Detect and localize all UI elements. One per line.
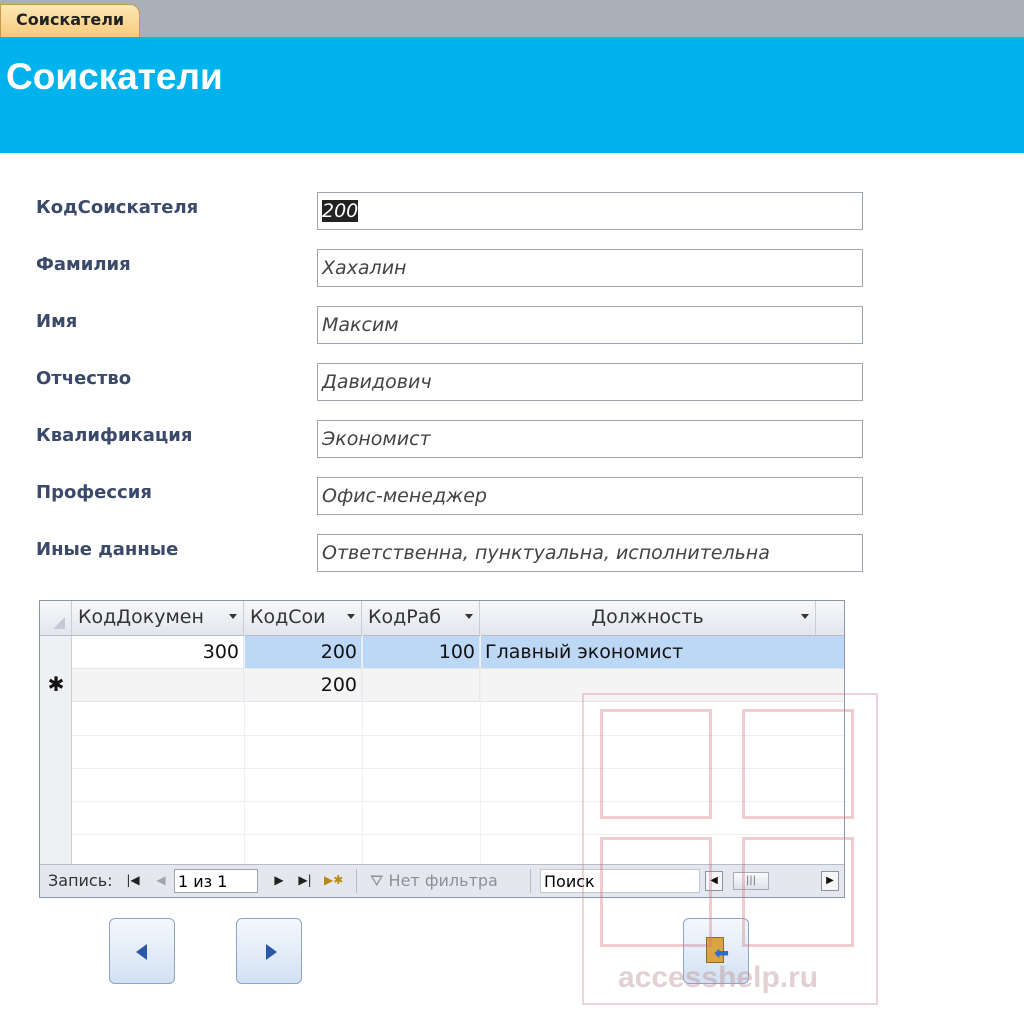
page-title: Соискатели — [6, 56, 223, 97]
grid-line — [72, 801, 844, 802]
subform-datasheet[interactable]: КодДокумен КодСои КодРаб Должность 300 2… — [39, 600, 845, 898]
table-cell[interactable]: Главный экономист — [480, 636, 844, 668]
field-label-inye-dannye: Иные данные — [36, 539, 179, 560]
field-input-kvalifikaciya[interactable]: Экономист — [317, 420, 863, 458]
form-header: Соискатели — [0, 38, 1024, 153]
field-label-otchestvo: Отчество — [36, 368, 132, 389]
grid-line — [72, 768, 844, 769]
divider — [356, 869, 357, 893]
divider — [530, 869, 531, 893]
table-cell[interactable]: 300 — [72, 636, 244, 668]
column-header-label: КодРаб — [368, 606, 442, 628]
record-label: Запись: — [48, 871, 113, 890]
horizontal-scrollbar[interactable]: ◀ ||| ▶ — [705, 871, 841, 891]
column-header-kodsoi[interactable]: КодСои — [244, 601, 362, 635]
tab-soiskateli[interactable]: Соискатели — [0, 4, 140, 38]
column-header-koddokumen[interactable]: КодДокумен — [72, 601, 244, 635]
next-record-icon[interactable]: ▶ — [272, 872, 286, 888]
record-navigation-bar: Запись: |◀ ◀ 1 из 1 ▶ ▶| ▶✱ ⛛ Нет фильтр… — [40, 864, 844, 897]
table-row[interactable]: 300 200 100 Главный экономист — [72, 636, 844, 669]
no-filter-button[interactable]: ⛛ Нет фильтра — [370, 871, 498, 891]
grid-line — [72, 735, 844, 736]
document-tab-strip: Соискатели — [0, 0, 1024, 38]
last-record-icon[interactable]: ▶| — [298, 872, 312, 888]
table-cell[interactable] — [362, 669, 480, 701]
grid-line — [362, 635, 363, 865]
datasheet-header: КодДокумен КодСои КодРаб Должность — [40, 601, 844, 636]
search-input[interactable]: Поиск — [540, 869, 700, 893]
chevron-down-icon[interactable] — [801, 614, 809, 619]
scroll-thumb[interactable]: ||| — [733, 872, 769, 890]
column-header-dolzhnost[interactable]: Должность — [480, 601, 816, 635]
triangle-right-icon — [266, 944, 277, 960]
column-header-label: КодСои — [250, 606, 326, 628]
field-label-familiya: Фамилия — [36, 254, 131, 275]
table-cell[interactable]: 200 — [244, 669, 362, 701]
select-all-corner[interactable] — [40, 601, 72, 635]
prev-record-button[interactable] — [109, 918, 175, 984]
field-input-imya[interactable]: Максим — [317, 306, 863, 344]
no-filter-label: Нет фильтра — [388, 871, 498, 890]
grid-line — [244, 635, 245, 865]
record-selector-column — [40, 601, 72, 897]
scroll-right-icon[interactable]: ▶ — [821, 871, 839, 891]
new-record-row[interactable]: 200 — [72, 669, 844, 702]
field-label-imya: Имя — [36, 311, 78, 332]
table-cell[interactable] — [480, 669, 844, 701]
column-header-kodrab[interactable]: КодРаб — [362, 601, 480, 635]
table-cell[interactable]: 100 — [362, 636, 480, 668]
new-record-marker: ✱ — [47, 672, 65, 696]
field-input-familiya[interactable]: Хахалин — [317, 249, 863, 287]
grid-line — [72, 834, 844, 835]
arrow-left-icon: ⬅ — [714, 943, 730, 964]
grid-line — [480, 635, 481, 865]
filter-off-icon: ⛛ — [370, 871, 384, 890]
chevron-down-icon[interactable] — [465, 614, 473, 619]
selected-text: 200 — [322, 200, 359, 222]
current-record-input[interactable]: 1 из 1 — [174, 869, 258, 893]
chevron-down-icon[interactable] — [347, 614, 355, 619]
next-record-button[interactable] — [236, 918, 302, 984]
field-label-kvalifikaciya: Квалификация — [36, 425, 193, 446]
table-cell[interactable]: 200 — [244, 636, 362, 668]
close-form-button[interactable]: ⬅ — [683, 918, 749, 984]
first-record-icon[interactable]: |◀ — [126, 872, 140, 888]
column-header-label: КодДокумен — [78, 606, 204, 628]
field-input-otchestvo[interactable]: Давидович — [317, 363, 863, 401]
column-header-label: Должность — [591, 606, 704, 628]
triangle-left-icon — [136, 944, 147, 960]
new-record-icon[interactable]: ▶✱ — [324, 872, 343, 888]
chevron-down-icon[interactable] — [229, 614, 237, 619]
field-label-professiya: Профессия — [36, 482, 152, 503]
prev-record-icon[interactable]: ◀ — [154, 872, 168, 888]
field-input-inye-dannye[interactable]: Ответственна, пунктуальна, исполнительна — [317, 534, 863, 572]
table-cell[interactable] — [72, 669, 244, 701]
field-label-kod: КодСоискателя — [36, 197, 199, 218]
scroll-left-icon[interactable]: ◀ — [705, 871, 723, 891]
field-input-kod[interactable]: 200 — [317, 192, 863, 230]
field-input-professiya[interactable]: Офис-менеджер — [317, 477, 863, 515]
